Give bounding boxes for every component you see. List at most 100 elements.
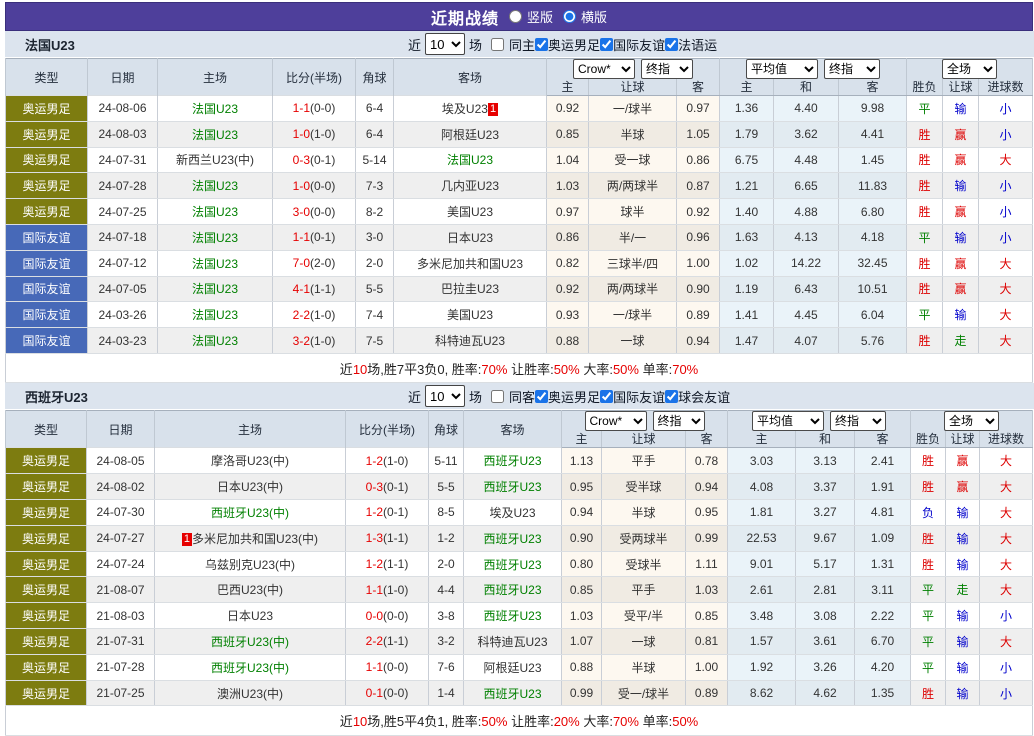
result-goals: 小 xyxy=(978,198,1034,225)
match-count-select[interactable]: 10 xyxy=(425,385,466,408)
group-2-select-0[interactable]: 全场 xyxy=(944,411,1000,432)
away-team-name: 多米尼加共和国U23 xyxy=(416,256,523,271)
group-2-select-0[interactable]: 全场 xyxy=(942,59,998,79)
match-type: 奥运男足 xyxy=(5,628,87,655)
away-team-name: 阿根廷U23 xyxy=(483,660,542,675)
odds-home: 0.86 xyxy=(546,223,589,251)
filter-0-label[interactable]: 同客 xyxy=(491,387,535,406)
corners: 3-0 xyxy=(355,223,394,251)
filter-3-checkbox[interactable] xyxy=(665,389,679,403)
corners: 5-5 xyxy=(428,473,464,501)
section-title: 西班牙U23 xyxy=(25,389,88,405)
odds-away: 0.97 xyxy=(675,95,721,122)
match-type: 奥运男足 xyxy=(5,679,87,707)
filter-2-checkbox[interactable] xyxy=(600,37,614,51)
filter-3-label[interactable]: 法语运 xyxy=(665,35,717,54)
section-controls: 近 10 场 同客 奥运男足 国际友谊 球会友谊 xyxy=(408,383,730,409)
match-date: 24-03-26 xyxy=(87,301,158,329)
games-label: 场 xyxy=(469,37,483,53)
result-outcome: 平 xyxy=(906,301,944,329)
match-type: 国际友谊 xyxy=(5,301,88,329)
filter-0-checkbox[interactable] xyxy=(491,389,505,403)
match-row: 奥运男足 24-07-28 法国U23 1-0(0-0) 7-3 几内亚U23 1.03 两/… xyxy=(5,172,1034,200)
result-outcome: 平 xyxy=(910,576,947,604)
odds-away: 1.05 xyxy=(675,120,721,148)
result-handicap: 输 xyxy=(945,602,981,630)
score: 1-1(0-0) xyxy=(272,95,356,122)
odds-handicap: 半球 xyxy=(588,120,677,148)
corners: 7-5 xyxy=(355,327,394,354)
match-row: 奥运男足 24-07-31 新西兰U23(中) 0-3(0-1) 5-14 法国U23 1.… xyxy=(5,146,1034,174)
sub-header-0-2: 客 xyxy=(675,79,721,96)
recent-label: 近 xyxy=(408,389,422,405)
col-header-3: 比分(半场) xyxy=(272,58,356,96)
result-outcome: 胜 xyxy=(906,275,944,303)
corners: 7-3 xyxy=(355,172,394,200)
summary-part: 70% xyxy=(612,714,639,730)
sub-header-1-2: 客 xyxy=(838,79,908,96)
group-0-select-1[interactable]: 终指 xyxy=(652,411,705,432)
away-team-name: 科特迪瓦U23 xyxy=(477,634,548,649)
away-team-name: 西班牙U23 xyxy=(483,454,542,469)
filter-0-checkbox[interactable] xyxy=(491,37,505,51)
group-0-select-0[interactable]: Crow* xyxy=(584,411,647,432)
filter-1-checkbox[interactable] xyxy=(535,37,549,51)
home-team-name: 法国U23 xyxy=(191,101,238,116)
result-outcome: 胜 xyxy=(910,550,947,578)
group-0-select-1[interactable]: 终指 xyxy=(641,59,693,79)
away-team: 美国U23 xyxy=(393,198,547,225)
filter-2-label[interactable]: 国际友谊 xyxy=(600,387,665,406)
filter-2-text: 国际友谊 xyxy=(613,389,666,405)
avg-draw: 4.13 xyxy=(773,223,840,251)
filter-0-label[interactable]: 同主 xyxy=(491,35,535,54)
result-goals: 大 xyxy=(978,249,1034,277)
fulltime-score: 7-0 xyxy=(292,256,310,271)
layout-radio-vertical[interactable] xyxy=(508,10,522,23)
away-team: 埃及U23 1 xyxy=(393,95,547,122)
result-goals: 大 xyxy=(979,628,1034,655)
result-handicap: 赢 xyxy=(942,198,980,225)
away-team: 埃及U23 xyxy=(463,499,562,526)
group-1-select-0[interactable]: 平均值 xyxy=(752,411,825,432)
group-1-select-1[interactable]: 终指 xyxy=(830,411,887,432)
header-group-row: 类型 日期 主场 比分(半场) 角球 客场 Crow* 终指 平均值 终指 全场 xyxy=(5,58,1034,96)
score: 1-1(0-1) xyxy=(272,223,356,251)
layout-radio-horizontal[interactable] xyxy=(563,10,576,23)
group-1-select-1[interactable]: 终指 xyxy=(824,59,881,79)
filter-3-label[interactable]: 球会友谊 xyxy=(665,387,730,406)
result-goals: 小 xyxy=(979,653,1034,681)
avg-home: 8.62 xyxy=(727,679,797,707)
group-1-select-0[interactable]: 平均值 xyxy=(746,59,819,79)
odds-handicap: 平手 xyxy=(601,576,686,604)
odds-handicap: 受半球 xyxy=(601,473,686,501)
home-team: 澳洲U23(中) xyxy=(154,679,346,707)
section-title: 法国U23 xyxy=(25,37,75,53)
layout-radio-vertical-label[interactable]: 竖版 xyxy=(508,7,553,26)
avg-away: 1.45 xyxy=(838,146,908,174)
match-type: 奥运男足 xyxy=(5,576,87,604)
filter-1-checkbox[interactable] xyxy=(535,389,549,403)
away-team: 日本U23 xyxy=(393,223,547,251)
group-0-select-0[interactable]: Crow* xyxy=(573,59,635,79)
match-row: 国际友谊 24-07-18 法国U23 1-1(0-1) 3-0 日本U23 0.86 半/一… xyxy=(5,223,1034,251)
result-handicap: 赢 xyxy=(945,447,981,475)
score: 1-2(0-1) xyxy=(345,499,429,526)
filter-3-text: 法语运 xyxy=(678,37,718,53)
odds-handicap: 一球 xyxy=(588,327,677,354)
filter-0-text: 同主 xyxy=(509,37,536,53)
corners: 7-4 xyxy=(355,301,394,329)
away-team: 西班牙U23 xyxy=(463,679,562,707)
filter-2-checkbox[interactable] xyxy=(600,389,614,403)
odds-away: 1.03 xyxy=(684,576,729,604)
filter-3-checkbox[interactable] xyxy=(665,37,679,51)
away-team-name: 西班牙U23 xyxy=(483,531,542,546)
match-date: 24-07-05 xyxy=(87,275,158,303)
avg-draw: 3.08 xyxy=(795,602,856,630)
avg-draw: 3.37 xyxy=(795,473,856,501)
filter-1-label[interactable]: 奥运男足 xyxy=(535,35,600,54)
avg-home: 1.02 xyxy=(719,249,775,277)
filter-1-label[interactable]: 奥运男足 xyxy=(535,387,600,406)
filter-2-label[interactable]: 国际友谊 xyxy=(600,35,665,54)
match-count-select[interactable]: 10 xyxy=(425,33,466,55)
layout-radio-horizontal-label[interactable]: 横版 xyxy=(563,7,607,26)
